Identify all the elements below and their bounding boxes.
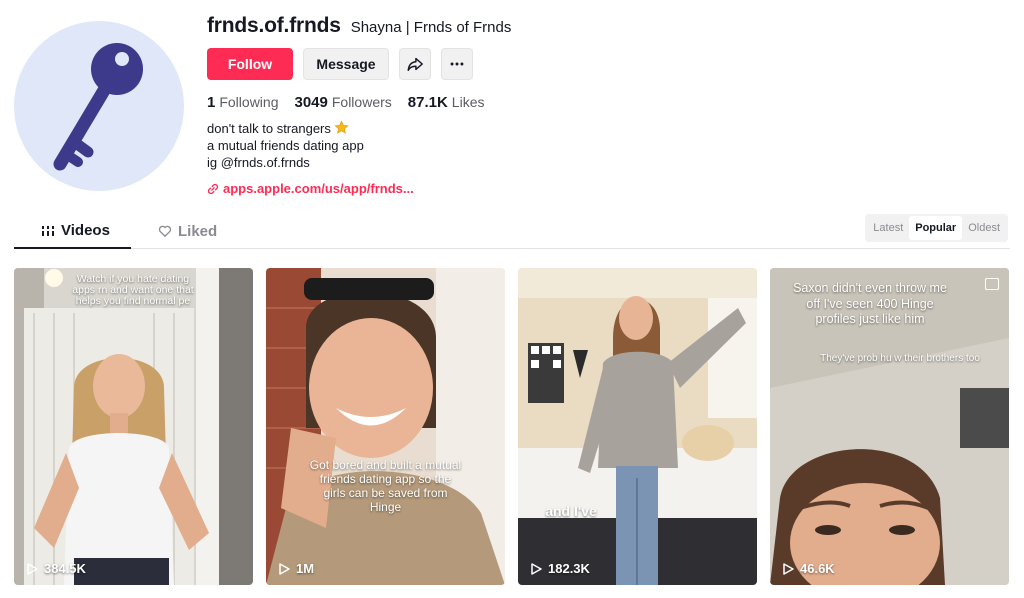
more-icon: [450, 62, 464, 66]
link-icon: [207, 183, 219, 194]
star-icon: [334, 120, 349, 134]
nickname: Shayna | Frnds of Frnds: [350, 19, 512, 36]
avatar[interactable]: [14, 21, 184, 191]
heart-icon: [158, 225, 172, 238]
profile-tabs: Videos Liked: [14, 214, 1010, 249]
video-thumbnail: [14, 268, 253, 585]
video-card[interactable]: Saxon didn't even throw me off I've seen…: [770, 268, 1009, 585]
message-button[interactable]: Message: [303, 48, 389, 80]
bio: don't talk to strangers a mutual friends…: [207, 120, 967, 171]
following-label: Following: [219, 93, 279, 110]
view-count: 182.3K: [530, 561, 590, 576]
video-card[interactable]: Got bored and built a mutual friends dat…: [266, 268, 505, 585]
video-caption: Saxon didn't even throw me off I've seen…: [793, 281, 947, 326]
key-icon: [53, 43, 143, 171]
view-count: 1M: [278, 561, 314, 576]
play-icon: [531, 562, 542, 575]
view-count: 46.6K: [782, 561, 835, 576]
username: frnds.of.frnds: [207, 14, 341, 37]
action-buttons: Follow Message: [207, 48, 967, 80]
profile-info: frnds.of.frnds Shayna | Frnds of Frnds F…: [207, 14, 967, 196]
video-grid: Watch if you hate dating apps rn and wan…: [14, 268, 1009, 585]
followers-label: Followers: [331, 93, 392, 110]
video-caption-secondary: They've prob hu w their brothers too: [820, 353, 980, 364]
following-stat[interactable]: 1 Following: [207, 94, 278, 111]
sort-oldest[interactable]: Oldest: [962, 216, 1006, 240]
sort-popular[interactable]: Popular: [909, 216, 963, 240]
share-button[interactable]: [399, 48, 431, 80]
sort-latest[interactable]: Latest: [867, 216, 909, 240]
sort-toggle: Latest Popular Oldest: [865, 214, 1008, 242]
bio-line-1: don't talk to strangers: [207, 120, 967, 137]
grid-icon: [42, 225, 54, 236]
profile-link-text: apps.apple.com/us/app/frnds...: [223, 181, 414, 196]
following-count: 1: [207, 93, 216, 111]
name-row: frnds.of.frnds Shayna | Frnds of Frnds: [207, 14, 967, 42]
likes-count: 87.1K: [407, 93, 448, 111]
tab-videos[interactable]: Videos: [14, 214, 131, 249]
follow-button[interactable]: Follow: [207, 48, 293, 80]
view-count-text: 1M: [296, 561, 315, 576]
share-icon: [407, 57, 423, 72]
bio-line-3: ig @frnds.of.frnds: [207, 155, 310, 170]
play-icon: [783, 562, 794, 575]
video-caption: and I've: [545, 503, 597, 519]
profile-link[interactable]: apps.apple.com/us/app/frnds...: [207, 181, 967, 196]
image-icon: [985, 278, 999, 290]
play-icon: [27, 562, 38, 575]
followers-stat[interactable]: 3049 Followers: [294, 94, 391, 111]
tab-liked[interactable]: Liked: [158, 214, 217, 248]
more-button[interactable]: [441, 48, 473, 80]
followers-count: 3049: [294, 93, 328, 111]
video-card[interactable]: and I've 182.3K: [518, 268, 757, 585]
video-caption: Watch if you hate dating apps rn and wan…: [72, 273, 194, 307]
likes-label: Likes: [451, 93, 485, 110]
profile-stats: 1 Following 3049 Followers 87.1K Likes: [207, 92, 967, 112]
tab-videos-label: Videos: [61, 222, 110, 239]
play-icon: [279, 562, 290, 575]
view-count-text: 46.6K: [800, 561, 835, 576]
view-count: 384.5K: [26, 561, 86, 576]
view-count-text: 384.5K: [44, 561, 86, 576]
bio-line-2: a mutual friends dating app: [207, 138, 364, 153]
view-count-text: 182.3K: [548, 561, 590, 576]
video-thumbnail: [266, 268, 505, 585]
video-thumbnail: [518, 268, 757, 585]
video-card[interactable]: Watch if you hate dating apps rn and wan…: [14, 268, 253, 585]
video-caption: Got bored and built a mutual friends dat…: [309, 458, 462, 514]
likes-stat: 87.1K Likes: [408, 94, 485, 111]
tab-liked-label: Liked: [178, 222, 218, 240]
